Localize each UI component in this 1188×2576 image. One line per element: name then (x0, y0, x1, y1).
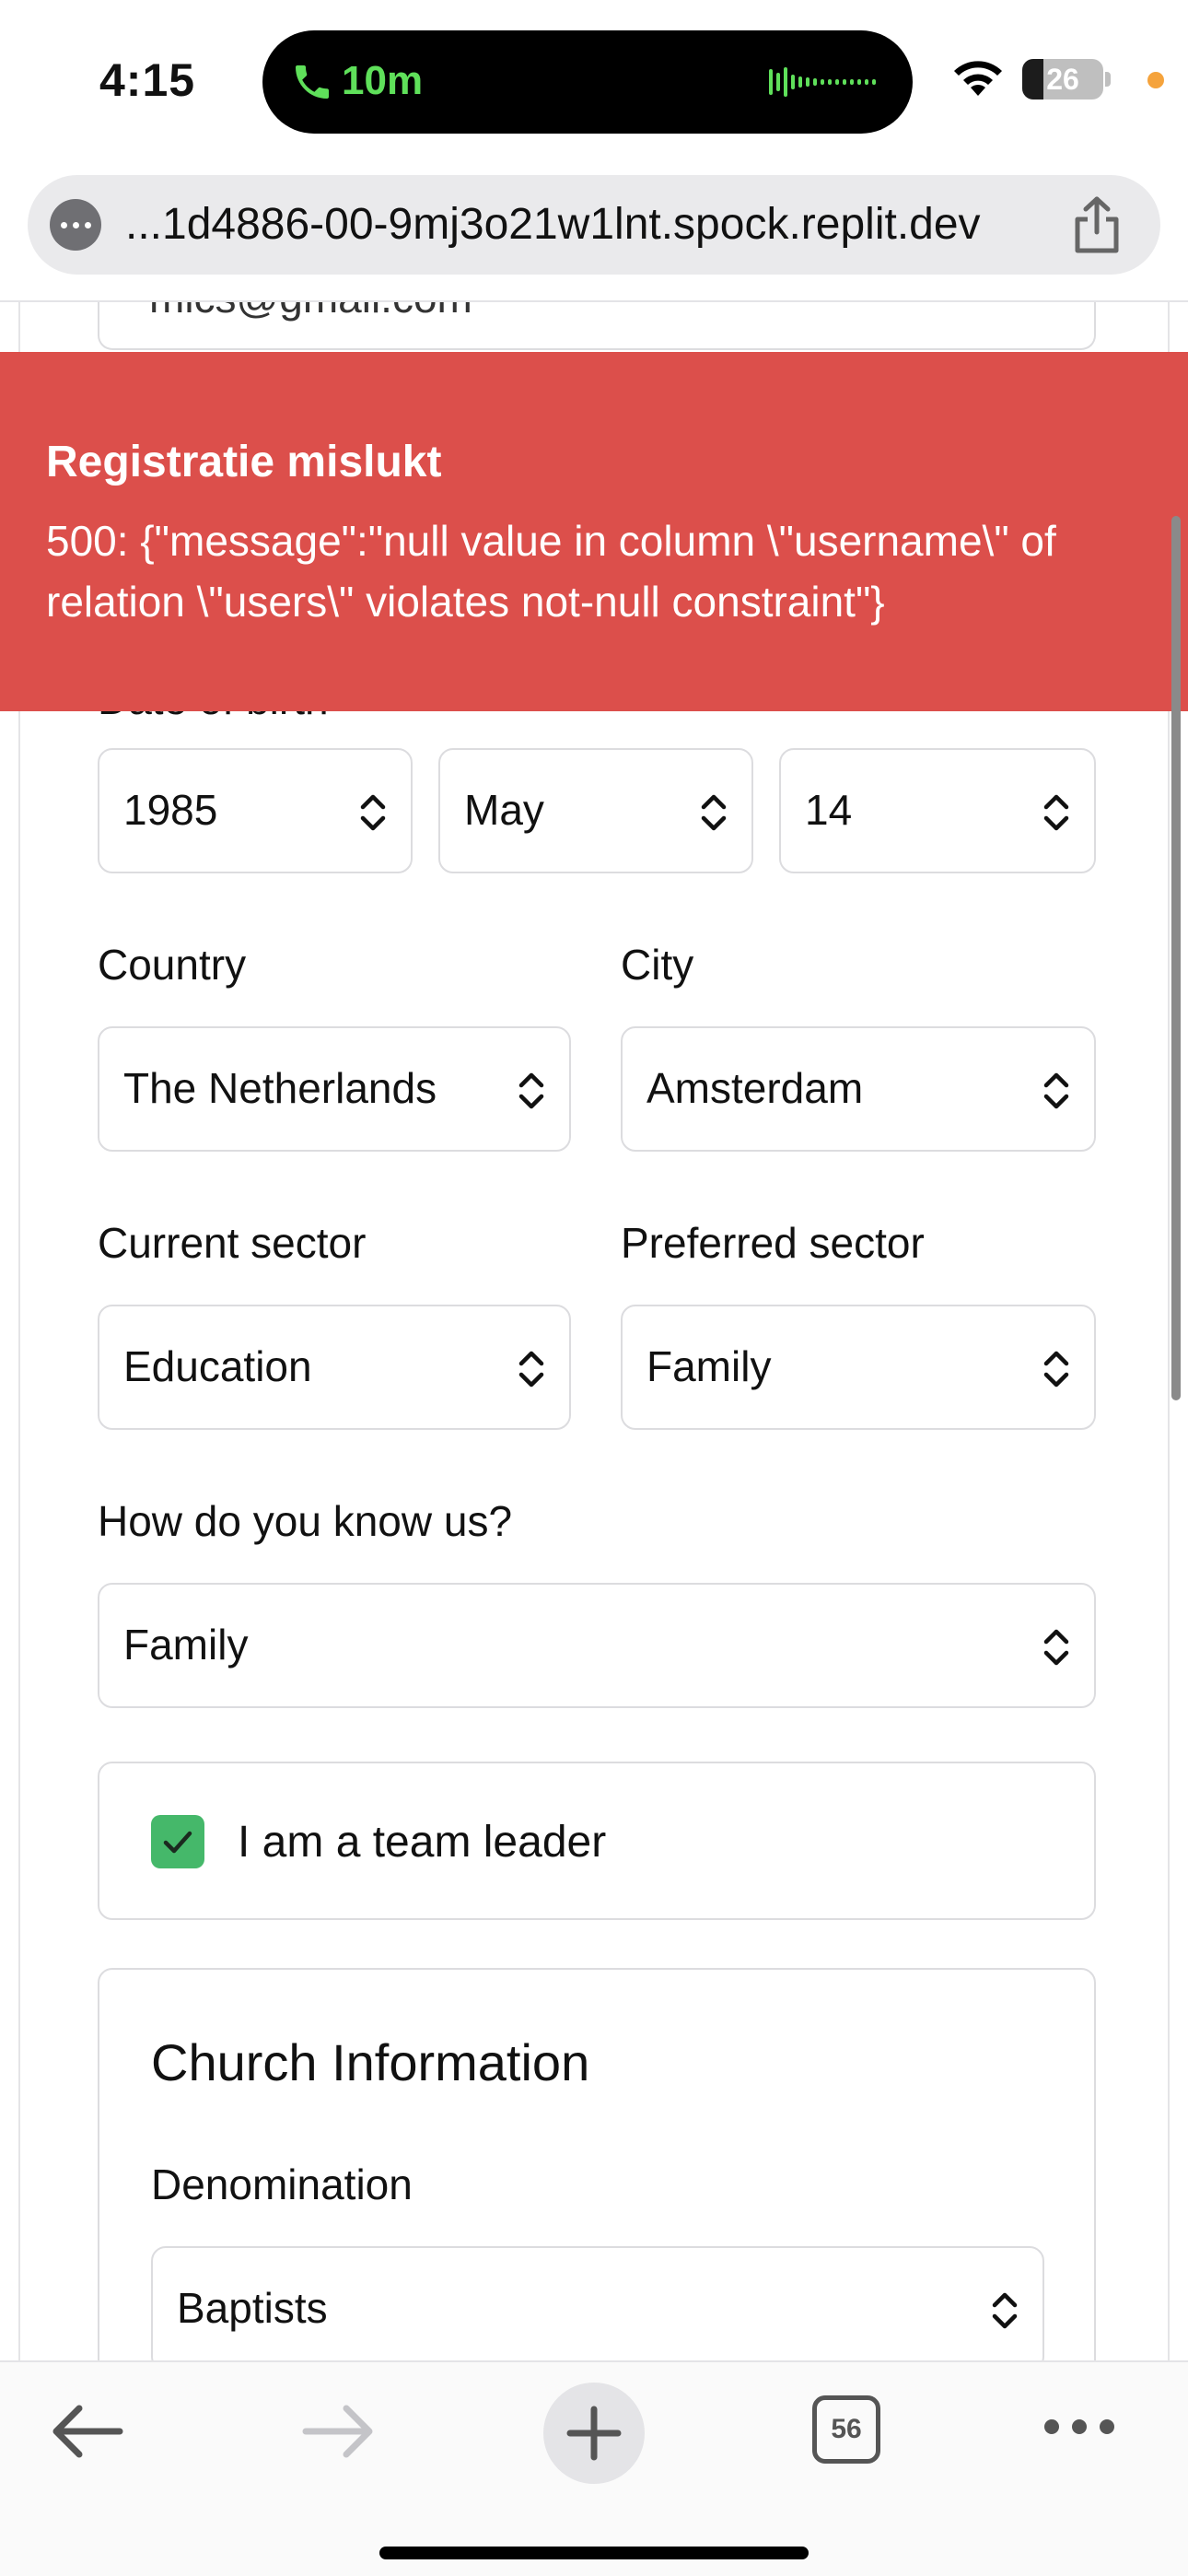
dob-month-select[interactable]: May (438, 748, 753, 873)
privacy-indicator-dot (1147, 72, 1164, 88)
team-leader-checkbox[interactable] (151, 1815, 204, 1868)
country-value: The Netherlands (123, 1064, 437, 1112)
back-arrow-icon[interactable] (46, 2399, 129, 2464)
chevron-up-down-icon (701, 794, 727, 831)
team-leader-option[interactable]: I am a team leader (98, 1762, 1096, 1920)
current-sector-label: Current sector (98, 1219, 367, 1267)
share-icon[interactable] (1070, 195, 1124, 254)
chevron-up-down-icon (1043, 1629, 1069, 1666)
address-bar[interactable]: ...1d4886-00-9mj3o21w1lnt.spock.replit.d… (28, 175, 1160, 275)
current-sector-select[interactable]: Education (98, 1305, 571, 1430)
waveform-icon (769, 67, 876, 97)
page-menu-icon[interactable] (50, 199, 101, 251)
church-information-card: Church Information Denomination Baptists (98, 1968, 1096, 2362)
browser-toolbar: 56 (0, 2360, 1188, 2576)
chevron-up-down-icon (360, 794, 386, 831)
current-sector-value: Education (123, 1342, 312, 1390)
chevron-up-down-icon (992, 2292, 1018, 2329)
dob-year-select[interactable]: 1985 (98, 748, 413, 873)
forward-arrow-icon[interactable] (297, 2399, 379, 2464)
denomination-label: Denomination (151, 2160, 413, 2208)
more-options-icon[interactable] (1044, 2416, 1114, 2438)
plus-icon (566, 2406, 622, 2461)
tabs-button[interactable]: 56 (812, 2395, 880, 2464)
city-value: Amsterdam (646, 1064, 864, 1112)
preferred-sector-value: Family (646, 1342, 772, 1390)
preferred-sector-label: Preferred sector (621, 1219, 925, 1267)
new-tab-button[interactable] (543, 2383, 645, 2484)
status-bar: 4:15 10m 26 (0, 0, 1188, 166)
dob-day-select[interactable]: 14 (779, 748, 1096, 873)
chevron-up-down-icon (518, 1351, 544, 1388)
url-text[interactable]: ...1d4886-00-9mj3o21w1lnt.spock.replit.d… (125, 199, 981, 250)
how-know-us-select[interactable]: Family (98, 1583, 1096, 1708)
city-label: City (621, 941, 694, 989)
battery-level: 26 (1046, 63, 1079, 96)
team-leader-label[interactable]: I am a team leader (238, 1817, 606, 1868)
email-value: mics@gmail.com (149, 302, 472, 322)
city-select[interactable]: Amsterdam (621, 1026, 1096, 1152)
checkmark-icon (163, 1831, 192, 1854)
country-label: Country (98, 941, 247, 989)
toast-message: 500: {"message":"null value in column \"… (46, 517, 1056, 626)
email-field[interactable]: mics@gmail.com (98, 302, 1096, 350)
denomination-select[interactable]: Baptists (151, 2246, 1044, 2362)
dob-day-value: 14 (805, 786, 853, 834)
battery-icon: 26 (1022, 59, 1103, 100)
chevron-up-down-icon (1043, 1351, 1069, 1388)
home-indicator (379, 2547, 809, 2559)
battery-nub (1105, 72, 1111, 87)
preferred-sector-select[interactable]: Family (621, 1305, 1096, 1430)
chevron-up-down-icon (518, 1072, 544, 1109)
chevron-up-down-icon (1043, 794, 1069, 831)
scrollbar[interactable] (1171, 516, 1181, 1400)
country-select[interactable]: The Netherlands (98, 1026, 571, 1152)
church-information-title: Church Information (151, 2033, 590, 2091)
toast-title: Registratie mislukt (46, 438, 442, 486)
chevron-up-down-icon (1043, 1072, 1069, 1109)
denomination-value: Baptists (177, 2284, 328, 2332)
dob-month-value: May (464, 786, 544, 834)
call-duration: 10m (342, 58, 424, 103)
dob-year-value: 1985 (123, 786, 218, 834)
how-know-us-label: How do you know us? (98, 1497, 513, 1545)
how-know-us-value: Family (123, 1621, 249, 1669)
error-toast[interactable]: Registratie mislukt 500: {"message":"nul… (0, 352, 1188, 711)
status-time: 4:15 (99, 54, 196, 106)
dynamic-island-call[interactable]: 10m (262, 30, 913, 134)
phone-icon (296, 65, 329, 99)
tab-count: 56 (831, 2414, 862, 2444)
wifi-icon (954, 61, 1002, 96)
